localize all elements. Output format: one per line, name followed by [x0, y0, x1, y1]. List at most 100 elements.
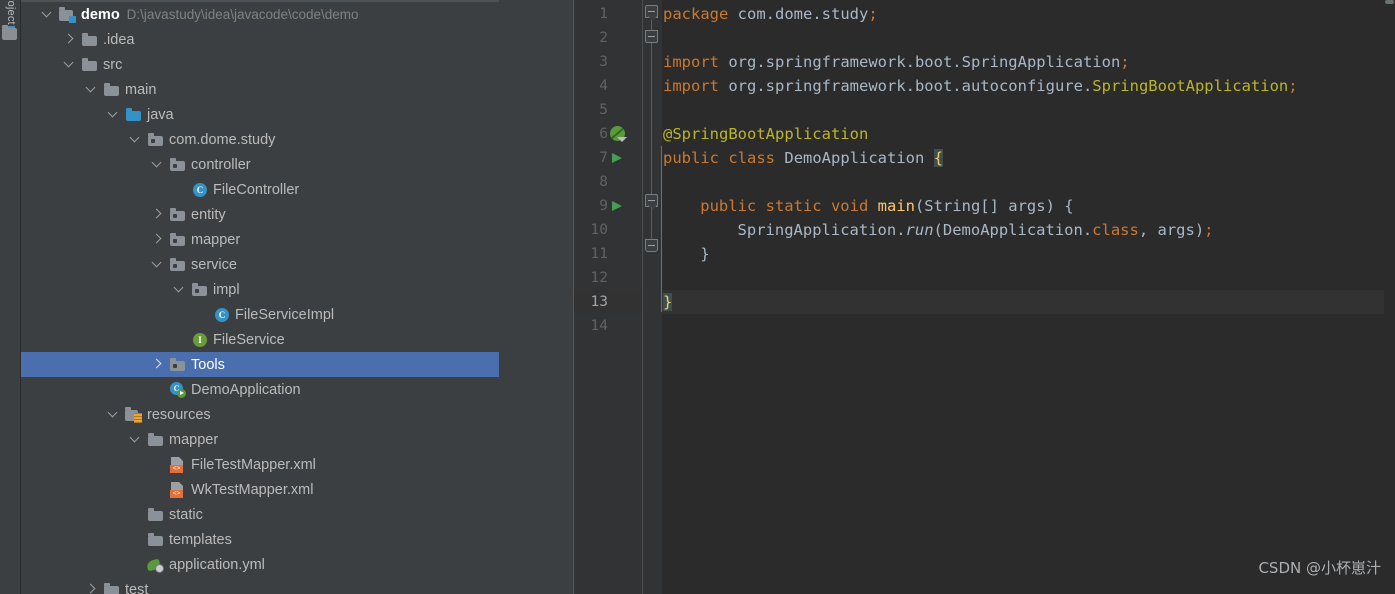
tree-row[interactable]: service [21, 252, 574, 277]
tree-row-label: impl [213, 281, 240, 298]
folder-icon[interactable] [2, 25, 17, 40]
tree-row[interactable]: controller [21, 152, 574, 177]
code-token: void [830, 197, 869, 215]
code-token: ; [868, 5, 878, 23]
tree-row-label: application.yml [169, 556, 265, 573]
line-number: 7 [599, 150, 608, 166]
run-arrow-icon[interactable] [610, 194, 624, 218]
package-icon [169, 232, 186, 248]
tree-row-label: main [125, 81, 157, 98]
class-scope-guide [661, 146, 662, 312]
tree-panel-filler [499, 0, 574, 594]
code-line: } [663, 290, 673, 314]
resources-icon [125, 406, 142, 423]
chevron-down-icon[interactable] [151, 257, 166, 272]
code-token: import [663, 77, 719, 95]
line-number: 2 [599, 30, 608, 46]
chevron-right-icon[interactable] [151, 357, 166, 372]
code-token: SpringApplication [961, 53, 1121, 71]
code-line: @SpringBootApplication [663, 122, 868, 146]
xml-file-icon: <> [169, 481, 186, 498]
chevron-down-icon[interactable] [63, 57, 78, 72]
tree-row-label: DemoApplication [191, 381, 301, 398]
tree-row[interactable]: application.yml [21, 552, 574, 577]
code-token: class [1092, 221, 1139, 239]
chevron-down-icon[interactable] [151, 157, 166, 172]
spring-bean-icon[interactable] [609, 122, 627, 146]
tree-row[interactable]: mapper [21, 427, 574, 452]
tree-row[interactable]: impl [21, 277, 574, 302]
package-icon [169, 257, 186, 273]
tree-row[interactable]: resources [21, 402, 574, 427]
tree-row[interactable]: <> FileTestMapper.xml [21, 452, 574, 477]
code-line: import org.springframework.boot.SpringAp… [663, 50, 1130, 74]
chevron-down-icon[interactable] [129, 432, 144, 447]
tree-row[interactable]: .idea [21, 27, 541, 52]
folder-icon [103, 82, 120, 98]
run-arrow-icon[interactable] [610, 146, 624, 170]
tree-row[interactable]: C FileController [21, 177, 574, 202]
code-token: (DemoApplication. [933, 221, 1093, 239]
tree-row-label: demo [81, 6, 120, 23]
code-editor[interactable]: 1 2 3 4 5 6 7 8 9 10 11 12 13 14 package com.dome.stu… [574, 0, 1395, 594]
class-icon: C [213, 307, 230, 323]
tree-row-label: java [147, 106, 174, 123]
tree-row[interactable]: mapper [21, 227, 574, 252]
line-number: 8 [599, 174, 608, 190]
tree-row[interactable]: com.dome.study [21, 127, 574, 152]
tree-row[interactable]: <> WkTestMapper.xml [21, 477, 574, 502]
folder-icon [147, 507, 164, 523]
chevron-right-icon[interactable] [85, 582, 100, 594]
tree-row[interactable]: main [21, 77, 563, 102]
interface-icon: I [191, 332, 208, 348]
editor-scrollbar-thumb[interactable] [1385, 0, 1394, 4]
code-token: ; [1204, 221, 1214, 239]
fold-marker-import-end[interactable] [645, 30, 658, 43]
package-icon [147, 132, 164, 148]
chevron-right-icon[interactable] [151, 232, 166, 247]
folder-icon [103, 582, 120, 594]
tree-row[interactable]: java [21, 102, 574, 127]
tree-row[interactable]: demo D:\javastudy\idea\javacode\code\demo [21, 2, 519, 27]
chevron-down-icon[interactable] [129, 132, 144, 147]
project-tree[interactable]: demo D:\javastudy\idea\javacode\code\demo… [21, 0, 574, 594]
code-text-area[interactable]: package com.dome.study; import org.spring… [663, 0, 1395, 594]
chevron-down-icon[interactable] [107, 107, 122, 122]
package-icon [169, 357, 186, 373]
tree-row[interactable]: test [21, 577, 563, 594]
module-icon [59, 6, 76, 23]
chevron-down-icon[interactable] [107, 407, 122, 422]
chevron-down-icon[interactable] [41, 7, 56, 22]
editor-scrollbar[interactable] [1384, 0, 1395, 594]
tree-row[interactable]: C DemoApplication [21, 377, 574, 402]
tree-row[interactable]: I FileService [21, 327, 574, 352]
chevron-right-icon[interactable] [151, 207, 166, 222]
chevron-down-icon[interactable] [173, 282, 188, 297]
chevron-right-icon[interactable] [63, 32, 78, 47]
code-line: SpringApplication.run(DemoApplication.cl… [738, 218, 1214, 242]
chevron-down-icon[interactable] [85, 82, 100, 97]
fold-marker-import-start[interactable] [645, 5, 658, 18]
tree-row-label: templates [169, 531, 232, 548]
tree-row-label: FileTestMapper.xml [191, 456, 316, 473]
code-line: public class DemoApplication { [663, 146, 944, 170]
code-token: main [877, 197, 915, 215]
fold-marker-method-end[interactable] [645, 239, 658, 252]
tree-row[interactable]: static [21, 502, 574, 527]
line-number: 3 [599, 54, 608, 70]
fold-gutter[interactable] [643, 0, 662, 594]
tree-row[interactable]: Tools [21, 352, 574, 377]
fold-marker-method-start[interactable] [645, 194, 658, 207]
tree-row[interactable]: src [21, 52, 541, 77]
line-number: 13 [590, 294, 608, 310]
tree-row[interactable]: templates [21, 527, 574, 552]
tree-row[interactable]: C FileServiceImpl [21, 302, 574, 327]
code-token: SpringApplication [737, 221, 897, 239]
editor-gutter[interactable]: 1 2 3 4 5 6 7 8 9 10 11 12 13 14 [574, 0, 1395, 594]
code-token: @SpringBootApplication [663, 125, 869, 143]
tree-row[interactable]: entity [21, 202, 574, 227]
folder-icon [147, 532, 164, 548]
